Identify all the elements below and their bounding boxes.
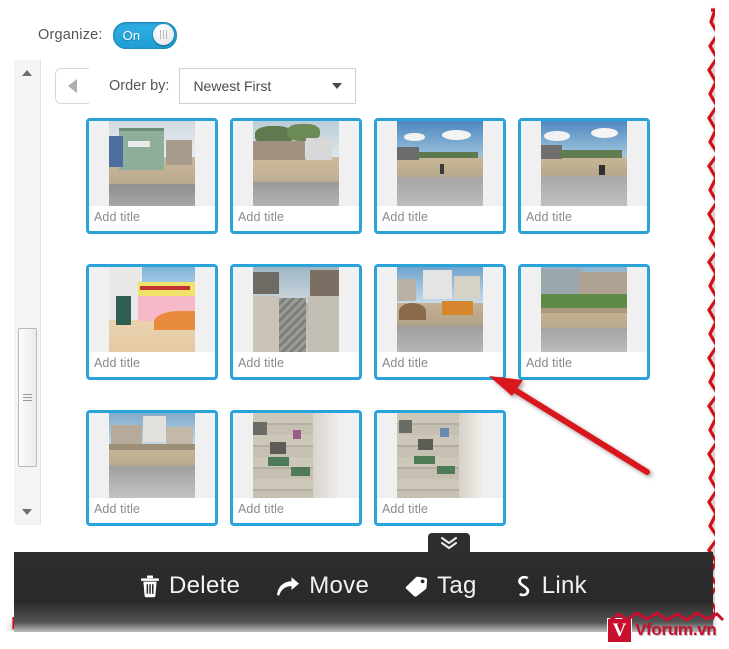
move-label: Move	[309, 572, 370, 599]
photo-caption[interactable]: Add title	[89, 498, 215, 516]
photo-thumbnail	[89, 121, 215, 206]
photo-tile[interactable]: Add title	[518, 264, 650, 380]
sort-toolbar: Order by: Newest First	[41, 60, 713, 112]
order-by-label: Order by:	[109, 78, 170, 94]
photo-thumbnail	[233, 267, 359, 352]
photo-thumbnail	[521, 267, 647, 352]
grip-lines-icon	[23, 393, 32, 402]
link-label: Link	[541, 572, 587, 599]
photo-image	[109, 413, 195, 498]
photo-image	[541, 121, 627, 206]
photo-tile[interactable]: Add title	[374, 264, 506, 380]
organize-header: Organize: On	[14, 10, 713, 61]
scrollbar-thumb[interactable]	[18, 328, 37, 467]
chevron-down-icon	[332, 83, 343, 89]
photo-caption[interactable]: Add title	[521, 352, 647, 370]
photo-caption[interactable]: Add title	[233, 498, 359, 516]
photo-thumbnail	[233, 413, 359, 498]
photo-image	[397, 413, 483, 498]
photo-thumbnail	[89, 413, 215, 498]
photo-caption[interactable]: Add title	[377, 352, 503, 370]
photo-tile[interactable]: Add title	[86, 410, 218, 526]
photo-tile[interactable]: Add title	[374, 410, 506, 526]
photo-caption[interactable]: Add title	[233, 352, 359, 370]
watermark-squiggle-icon	[608, 611, 725, 623]
photo-row: Add title Add title	[86, 264, 713, 395]
tag-label: Tag	[437, 572, 477, 599]
photo-caption[interactable]: Add title	[233, 206, 359, 224]
move-button[interactable]: Move	[276, 574, 369, 598]
watermark: V Vforum.vn	[607, 611, 725, 645]
toggle-knob	[152, 23, 174, 45]
delete-button[interactable]: Delete	[140, 574, 240, 598]
photo-thumbnail	[377, 267, 503, 352]
photo-thumbnail	[377, 121, 503, 206]
collapse-panel-button[interactable]	[428, 533, 470, 553]
photo-row: Add title Add title	[86, 410, 713, 541]
organize-toggle[interactable]: On	[112, 21, 177, 49]
link-icon	[517, 575, 529, 597]
app-frame: Organize: On Order by: Newest First Add …	[14, 10, 713, 632]
photo-image	[397, 267, 483, 352]
photo-tile[interactable]: Add title	[230, 264, 362, 380]
photo-caption[interactable]: Add title	[377, 206, 503, 224]
photo-thumbnail	[89, 267, 215, 352]
photo-row: Add title Add title	[86, 118, 713, 249]
vertical-scrollbar[interactable]	[14, 60, 41, 525]
back-button[interactable]	[55, 68, 89, 104]
photo-tile[interactable]: Add title	[230, 118, 362, 234]
triangle-left-icon	[68, 79, 77, 93]
photo-tile[interactable]: Add title	[518, 118, 650, 234]
photo-image	[541, 267, 627, 352]
photo-image	[109, 121, 195, 206]
link-button[interactable]: Link	[513, 574, 587, 598]
photo-image	[109, 267, 195, 352]
photo-thumbnail	[521, 121, 647, 206]
organize-toggle-state: On	[122, 27, 141, 43]
photo-tile[interactable]: Add title	[230, 410, 362, 526]
photo-caption[interactable]: Add title	[521, 206, 647, 224]
double-chevron-down-icon	[440, 536, 458, 550]
photo-tile[interactable]: Add title	[86, 264, 218, 380]
photo-thumbnail	[233, 121, 359, 206]
photo-tile[interactable]: Add title	[374, 118, 506, 234]
scroll-down-button[interactable]	[14, 503, 40, 521]
tag-button[interactable]: Tag	[405, 574, 477, 598]
scroll-up-button[interactable]	[14, 64, 40, 82]
tag-icon	[405, 576, 428, 597]
photo-image	[253, 267, 339, 352]
photo-image	[253, 121, 339, 206]
photo-caption[interactable]: Add title	[377, 498, 503, 516]
delete-label: Delete	[169, 572, 241, 599]
triangle-up-icon	[22, 70, 32, 76]
photo-tile[interactable]: Add title	[86, 118, 218, 234]
trash-icon	[141, 575, 160, 597]
photo-caption[interactable]: Add title	[89, 352, 215, 370]
photo-thumbnail	[377, 413, 503, 498]
photo-caption[interactable]: Add title	[89, 206, 215, 224]
arrow-curve-right-icon	[277, 576, 300, 596]
photo-grid: Add title Add title Add title Add title …	[41, 114, 713, 526]
order-by-value: Newest First	[193, 78, 272, 94]
photo-image	[397, 121, 483, 206]
organize-label: Organize:	[38, 27, 103, 43]
photo-image	[253, 413, 339, 498]
triangle-down-icon	[22, 509, 32, 515]
order-by-select[interactable]: Newest First	[179, 68, 357, 104]
